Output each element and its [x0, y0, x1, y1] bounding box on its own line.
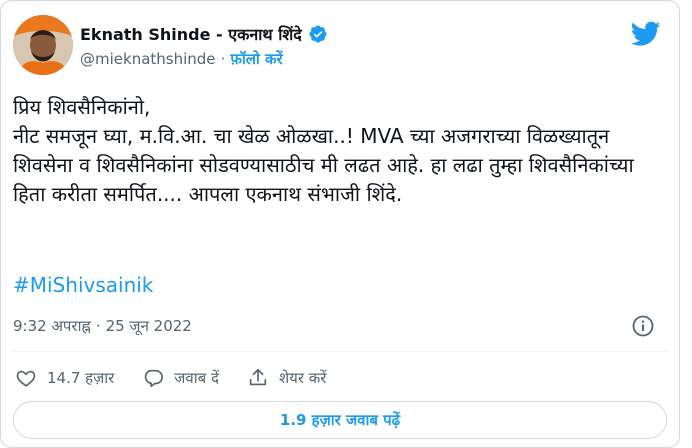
tweet-header: Eknath Shinde - एकनाथ शिंदे @mieknathshi…: [13, 15, 667, 79]
tweet-date: 25 जून 2022: [105, 317, 192, 335]
timestamp-separator: ·: [95, 317, 101, 335]
avatar-image: [13, 15, 73, 75]
divider: [13, 351, 667, 352]
follow-button[interactable]: फ़ॉलो करें: [230, 49, 282, 69]
tweet-text: प्रिय शिवसैनिकांनो, नीट समजून घ्या, म.वि…: [13, 95, 634, 206]
share-label: शेयर करें: [278, 369, 327, 387]
info-icon[interactable]: [631, 314, 655, 338]
heart-icon: [16, 370, 36, 387]
tweet-embed-card: Eknath Shinde - एकनाथ शिंदे @mieknathshi…: [0, 0, 680, 448]
tweet-time: 9:32 अपराह्न: [13, 317, 91, 335]
tweet-actions: 14.7 हज़ार जवाब दें शेयर करें: [15, 364, 354, 392]
share-button[interactable]: शेयर करें: [247, 367, 326, 389]
share-upload-icon: [249, 368, 267, 386]
avatar[interactable]: [13, 15, 73, 75]
hashtag-link[interactable]: #MiShivsainik: [13, 271, 153, 300]
tweet-timestamp[interactable]: 9:32 अपराह्न · 25 जून 2022: [13, 314, 192, 338]
name-row: Eknath Shinde - एकनाथ शिंदे: [80, 23, 328, 45]
handle-separator: ·: [220, 50, 226, 68]
like-button[interactable]: 14.7 हज़ार: [15, 367, 114, 389]
handle-row: @mieknathshinde · फ़ॉलो करें: [80, 47, 328, 71]
reply-button[interactable]: जवाब दें: [142, 367, 219, 389]
twitter-bird-icon[interactable]: [631, 21, 661, 47]
author-block: Eknath Shinde - एकनाथ शिंदे @mieknathshi…: [80, 23, 328, 71]
author-display-name[interactable]: Eknath Shinde - एकनाथ शिंदे: [80, 23, 302, 45]
reply-label: जवाब दें: [174, 369, 219, 387]
reply-bubble-icon: [145, 369, 164, 388]
verified-badge-icon: [309, 25, 327, 43]
like-count: 14.7 हज़ार: [47, 369, 115, 387]
author-handle[interactable]: @mieknathshinde: [80, 50, 216, 68]
read-replies-button[interactable]: 1.9 हज़ार जवाब पढ़ें: [13, 401, 667, 439]
